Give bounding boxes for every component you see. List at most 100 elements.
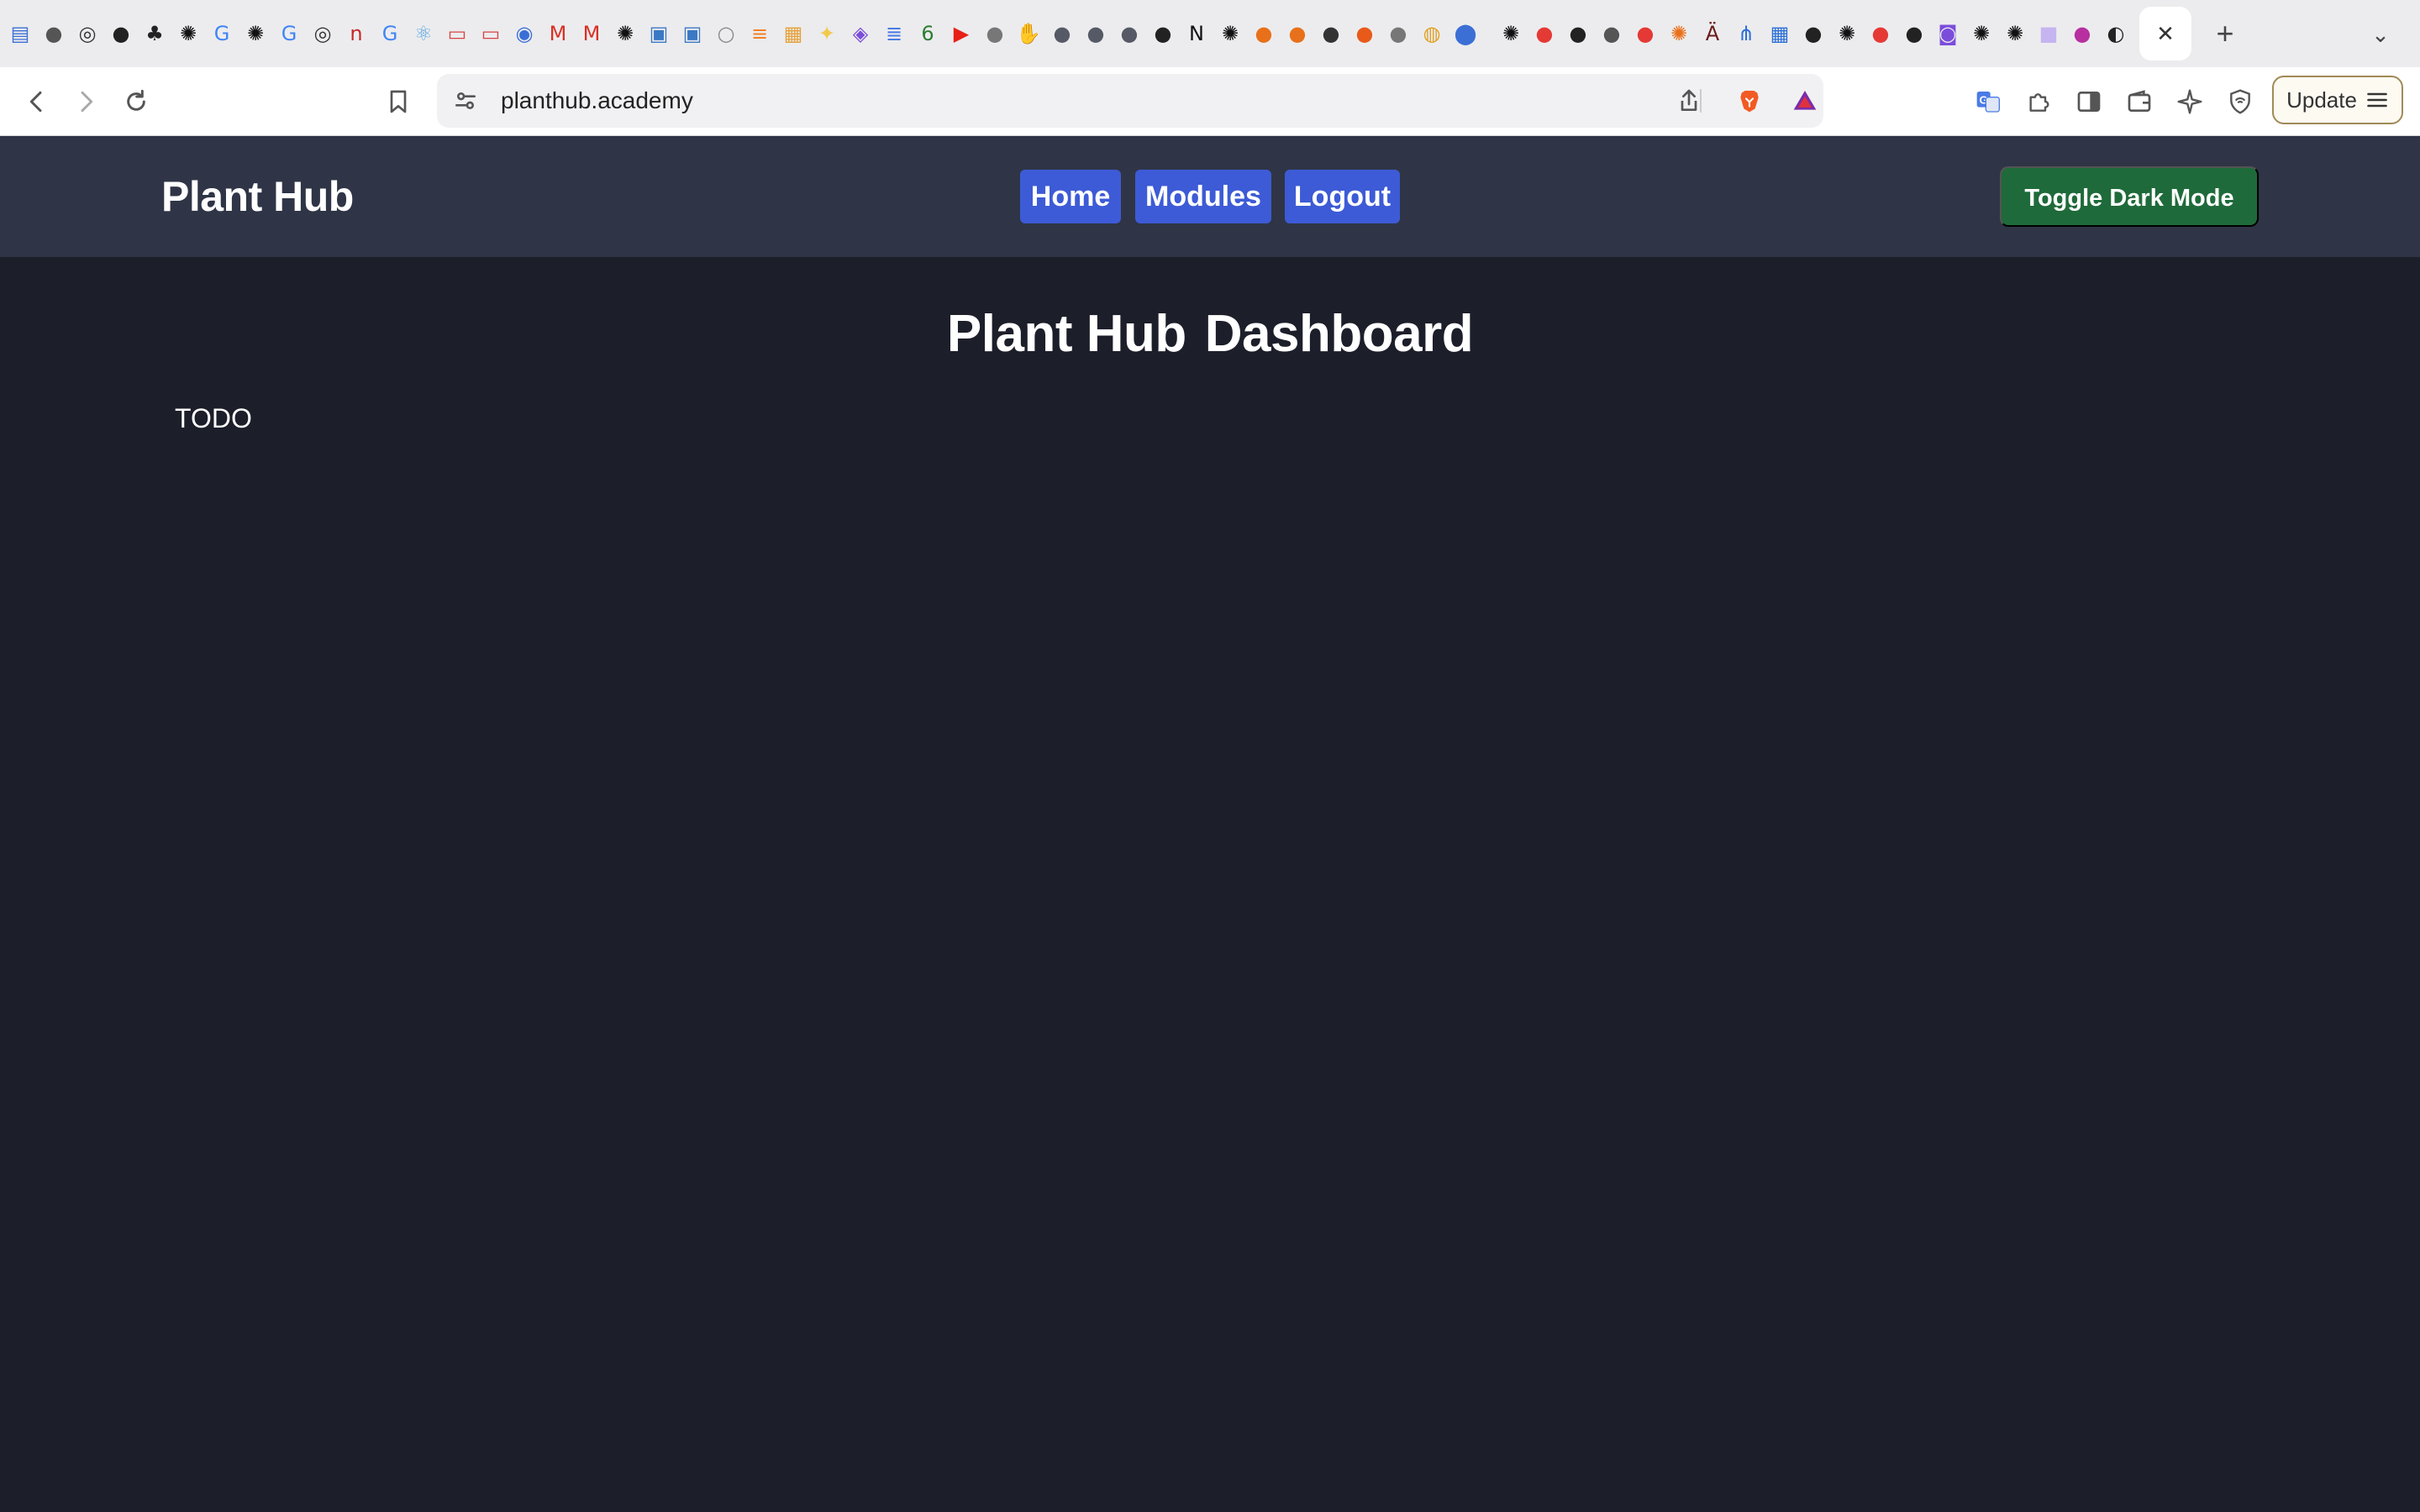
tab-favicon-tree-icon[interactable]: ♣: [138, 17, 171, 50]
tab-favicon-reader-icon[interactable]: ▤: [3, 17, 37, 50]
leo-ai-button[interactable]: [2166, 78, 2213, 125]
tab-favicon-shield-icon[interactable]: ◈: [844, 17, 877, 50]
site-brand[interactable]: Plant Hub: [161, 136, 354, 257]
tab-favicon-google-icon[interactable]: G: [272, 17, 306, 50]
tab-favicon-google-icon[interactable]: G: [205, 17, 239, 50]
tab-favicon-github-icon[interactable]: ●: [1897, 17, 1931, 50]
tab-favicon-chat-icon[interactable]: ●: [2065, 17, 2099, 50]
tab-favicon-share-icon[interactable]: ⋔: [1729, 17, 1763, 50]
tab-favicon-globe-icon[interactable]: ●: [37, 17, 71, 50]
tab-favicon-circle-icon[interactable]: ●: [1381, 17, 1415, 50]
tab-favicon-swirl-icon[interactable]: ◎: [306, 17, 339, 50]
openai-icon: ✺: [2006, 22, 2024, 45]
tab-favicon-atm-icon[interactable]: Ä: [1696, 17, 1729, 50]
extensions-button[interactable]: [2015, 78, 2062, 125]
nav-modules-link[interactable]: Modules: [1135, 170, 1271, 223]
tab-favicon-card-icon[interactable]: ▭: [440, 17, 474, 50]
tab-favicon-globe-icon[interactable]: ●: [1595, 17, 1628, 50]
tab-favicon-calendar-icon[interactable]: ▦: [1763, 17, 1797, 50]
close-tab-icon[interactable]: ✕: [2156, 21, 2175, 47]
tab-favicon-openai-icon[interactable]: ✺: [239, 17, 272, 50]
tab-favicon-docs-icon[interactable]: ≣: [877, 17, 911, 50]
tab-favicon-orange-circle-icon[interactable]: ●: [1348, 17, 1381, 50]
nav-home-link[interactable]: Home: [1020, 170, 1121, 223]
tab-favicon-openai-icon[interactable]: ✺: [1494, 17, 1528, 50]
openai-icon: ✺: [1502, 22, 1520, 45]
tab-favicon-orange-circle-icon[interactable]: ●: [1247, 17, 1281, 50]
tab-favicon-github-icon[interactable]: ●: [1561, 17, 1595, 50]
tab-favicon-google-icon[interactable]: G: [373, 17, 407, 50]
translate-button[interactable]: G: [1965, 78, 2012, 125]
page-title: Plant Hub Dashboard: [0, 304, 2420, 364]
tab-favicon-box-icon[interactable]: ▦: [776, 17, 810, 50]
tab-favicon-gmail-icon[interactable]: M: [541, 17, 575, 50]
tab-favicon-n-box-icon[interactable]: n: [339, 17, 373, 50]
tab-favicon-bot-icon[interactable]: ◙: [1931, 17, 1965, 50]
update-label: Update: [2286, 87, 2357, 113]
brave-rewards-button[interactable]: [1781, 77, 1828, 124]
tab-favicon-wp-icon[interactable]: ◉: [508, 17, 541, 50]
tab-favicon-circle-icon[interactable]: ●: [1113, 17, 1146, 50]
tab-favicon-sparkle-icon[interactable]: ✦: [810, 17, 844, 50]
tab-favicon-python-icon[interactable]: ▣: [642, 17, 676, 50]
tab-favicon-burst-icon[interactable]: ✺: [1662, 17, 1696, 50]
vpn-button[interactable]: [2217, 78, 2264, 125]
tab-favicon-pin-icon[interactable]: ⬤: [1449, 17, 1482, 50]
active-tab[interactable]: ✕: [2139, 7, 2191, 60]
tab-favicon-notion-icon[interactable]: N: [1180, 17, 1213, 50]
tab-favicon-gmail-icon[interactable]: M: [575, 17, 608, 50]
tab-favicon-six-icon[interactable]: 6: [911, 17, 944, 50]
tab-favicon-red-dot-icon[interactable]: ●: [1864, 17, 1897, 50]
github-icon: ●: [1804, 22, 1823, 45]
gradient-icon: ■: [2039, 22, 2059, 45]
new-tab-button[interactable]: +: [2200, 8, 2250, 59]
tab-favicon-orange-circle-icon[interactable]: ●: [1281, 17, 1314, 50]
tab-favicon-react-icon[interactable]: ⚛: [407, 17, 440, 50]
tab-favicon-gradient-icon[interactable]: ■: [2032, 17, 2065, 50]
back-button[interactable]: [13, 78, 60, 125]
tab-favicon-chrome-icon[interactable]: ◍: [1415, 17, 1449, 50]
sidebar-icon: [2077, 92, 2101, 112]
share-button[interactable]: [1665, 77, 1712, 124]
tab-favicon-stack-icon[interactable]: ≡: [743, 17, 776, 50]
update-menu-button[interactable]: Update: [2272, 76, 2403, 124]
site-settings-icon[interactable]: [442, 77, 489, 124]
tab-favicon-red-dot-icon[interactable]: ●: [1628, 17, 1662, 50]
pinned-tabs: ▤ ● ◎ ● ♣ ✺ G ✺ G ◎ n G ⚛ ▭ ▭ ◉ M M ✺ ▣ ▣ ○ ≡ ▦ ✦ ◈ ≣ 6 ▶ ● ✋ ● ● ● ● N ✺ ● ● ●…: [0, 0, 2133, 67]
brave-shields-button[interactable]: [1726, 77, 1773, 124]
tab-favicon-github-icon[interactable]: ●: [1146, 17, 1180, 50]
react-icon: ⚛: [414, 22, 433, 45]
tab-favicon-github-icon[interactable]: ●: [1797, 17, 1830, 50]
url-text[interactable]: planthub.academy: [501, 74, 693, 128]
openai-icon: ✺: [1221, 22, 1239, 45]
tab-favicon-loader-icon[interactable]: ○: [709, 17, 743, 50]
tab-favicon-github-icon[interactable]: ●: [104, 17, 138, 50]
address-bar[interactable]: planthub.academy: [437, 74, 1823, 128]
tab-favicon-openai-icon[interactable]: ✺: [1965, 17, 1998, 50]
tab-favicon-openai-icon[interactable]: ✺: [171, 17, 205, 50]
tab-favicon-openai-icon[interactable]: ✺: [1830, 17, 1864, 50]
toggle-dark-mode-button[interactable]: Toggle Dark Mode: [2000, 166, 2259, 227]
tab-favicon-copilot-icon[interactable]: ◐: [2099, 17, 2133, 50]
tab-favicon-circle-icon[interactable]: ●: [1079, 17, 1113, 50]
nav-logout-link[interactable]: Logout: [1285, 170, 1400, 223]
tab-favicon-openai-icon[interactable]: ✺: [1998, 17, 2032, 50]
tab-favicon-circle-icon[interactable]: ●: [978, 17, 1012, 50]
tab-favicon-swirl-icon[interactable]: ◎: [71, 17, 104, 50]
tab-favicon-circle-icon[interactable]: ●: [1045, 17, 1079, 50]
python-icon: ▣: [649, 22, 669, 45]
tab-favicon-python-icon[interactable]: ▣: [676, 17, 709, 50]
tab-favicon-hand-icon[interactable]: ✋: [1012, 17, 1045, 50]
tab-favicon-card-icon[interactable]: ▭: [474, 17, 508, 50]
sidebar-button[interactable]: [2065, 78, 2112, 125]
tab-favicon-lock-circle-icon[interactable]: ●: [1314, 17, 1348, 50]
tab-search-chevron-icon[interactable]: ⌄: [2358, 12, 2403, 57]
tab-favicon-openai-icon[interactable]: ✺: [608, 17, 642, 50]
tab-favicon-red-dot-icon[interactable]: ●: [1528, 17, 1561, 50]
reload-button[interactable]: [113, 78, 160, 125]
tab-favicon-youtube-icon[interactable]: ▶: [944, 17, 978, 50]
wallet-button[interactable]: [2116, 78, 2163, 125]
forward-button[interactable]: [62, 78, 109, 125]
tab-favicon-openai-icon[interactable]: ✺: [1213, 17, 1247, 50]
bookmark-button[interactable]: [375, 78, 422, 125]
